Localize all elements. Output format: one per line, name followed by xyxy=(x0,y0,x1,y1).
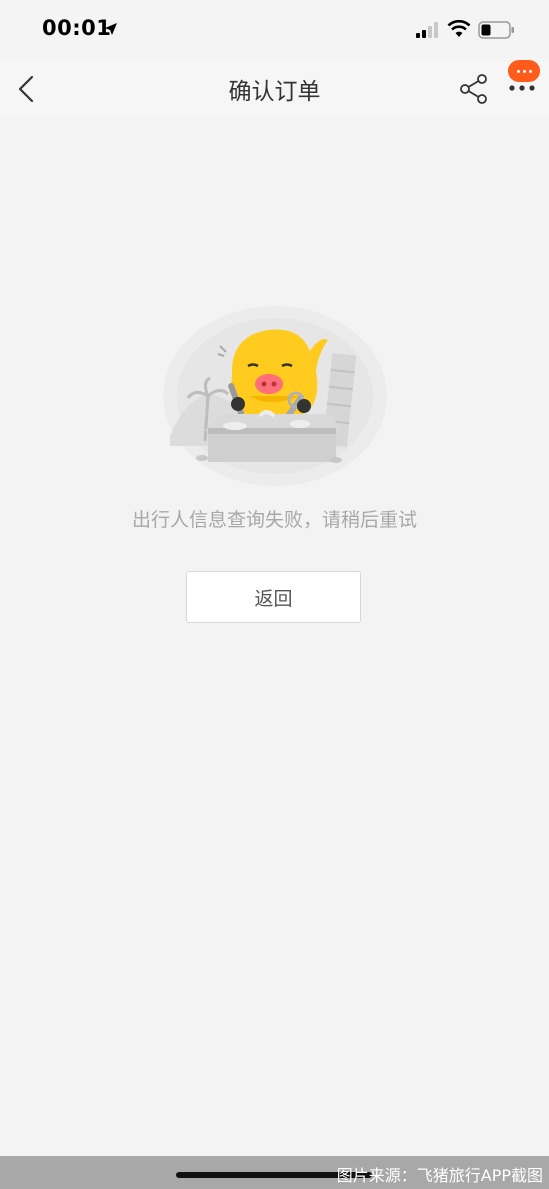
wifi-icon xyxy=(447,20,471,37)
notification-badge xyxy=(508,60,540,82)
share-icon[interactable] xyxy=(458,73,490,105)
error-message: 出行人信息查询失败，请稍后重试 xyxy=(131,509,417,531)
signal-icon xyxy=(416,22,438,38)
more-dots-icon[interactable] xyxy=(506,60,542,102)
nav-bar: 确认订单 xyxy=(0,60,549,116)
fliggy-pig-mascot-illustration xyxy=(163,306,387,486)
bottom-watermark-bar: 图片来源：飞猪旅行APP截图 xyxy=(0,1156,549,1189)
location-arrow-icon xyxy=(105,23,117,35)
watermark-text: 图片来源：飞猪旅行APP截图 xyxy=(336,1166,543,1185)
status-bar: 00:01 xyxy=(0,0,549,62)
battery-icon xyxy=(478,21,514,39)
status-time: 00:01 xyxy=(42,16,112,40)
return-button[interactable]: 返回 xyxy=(186,571,361,623)
